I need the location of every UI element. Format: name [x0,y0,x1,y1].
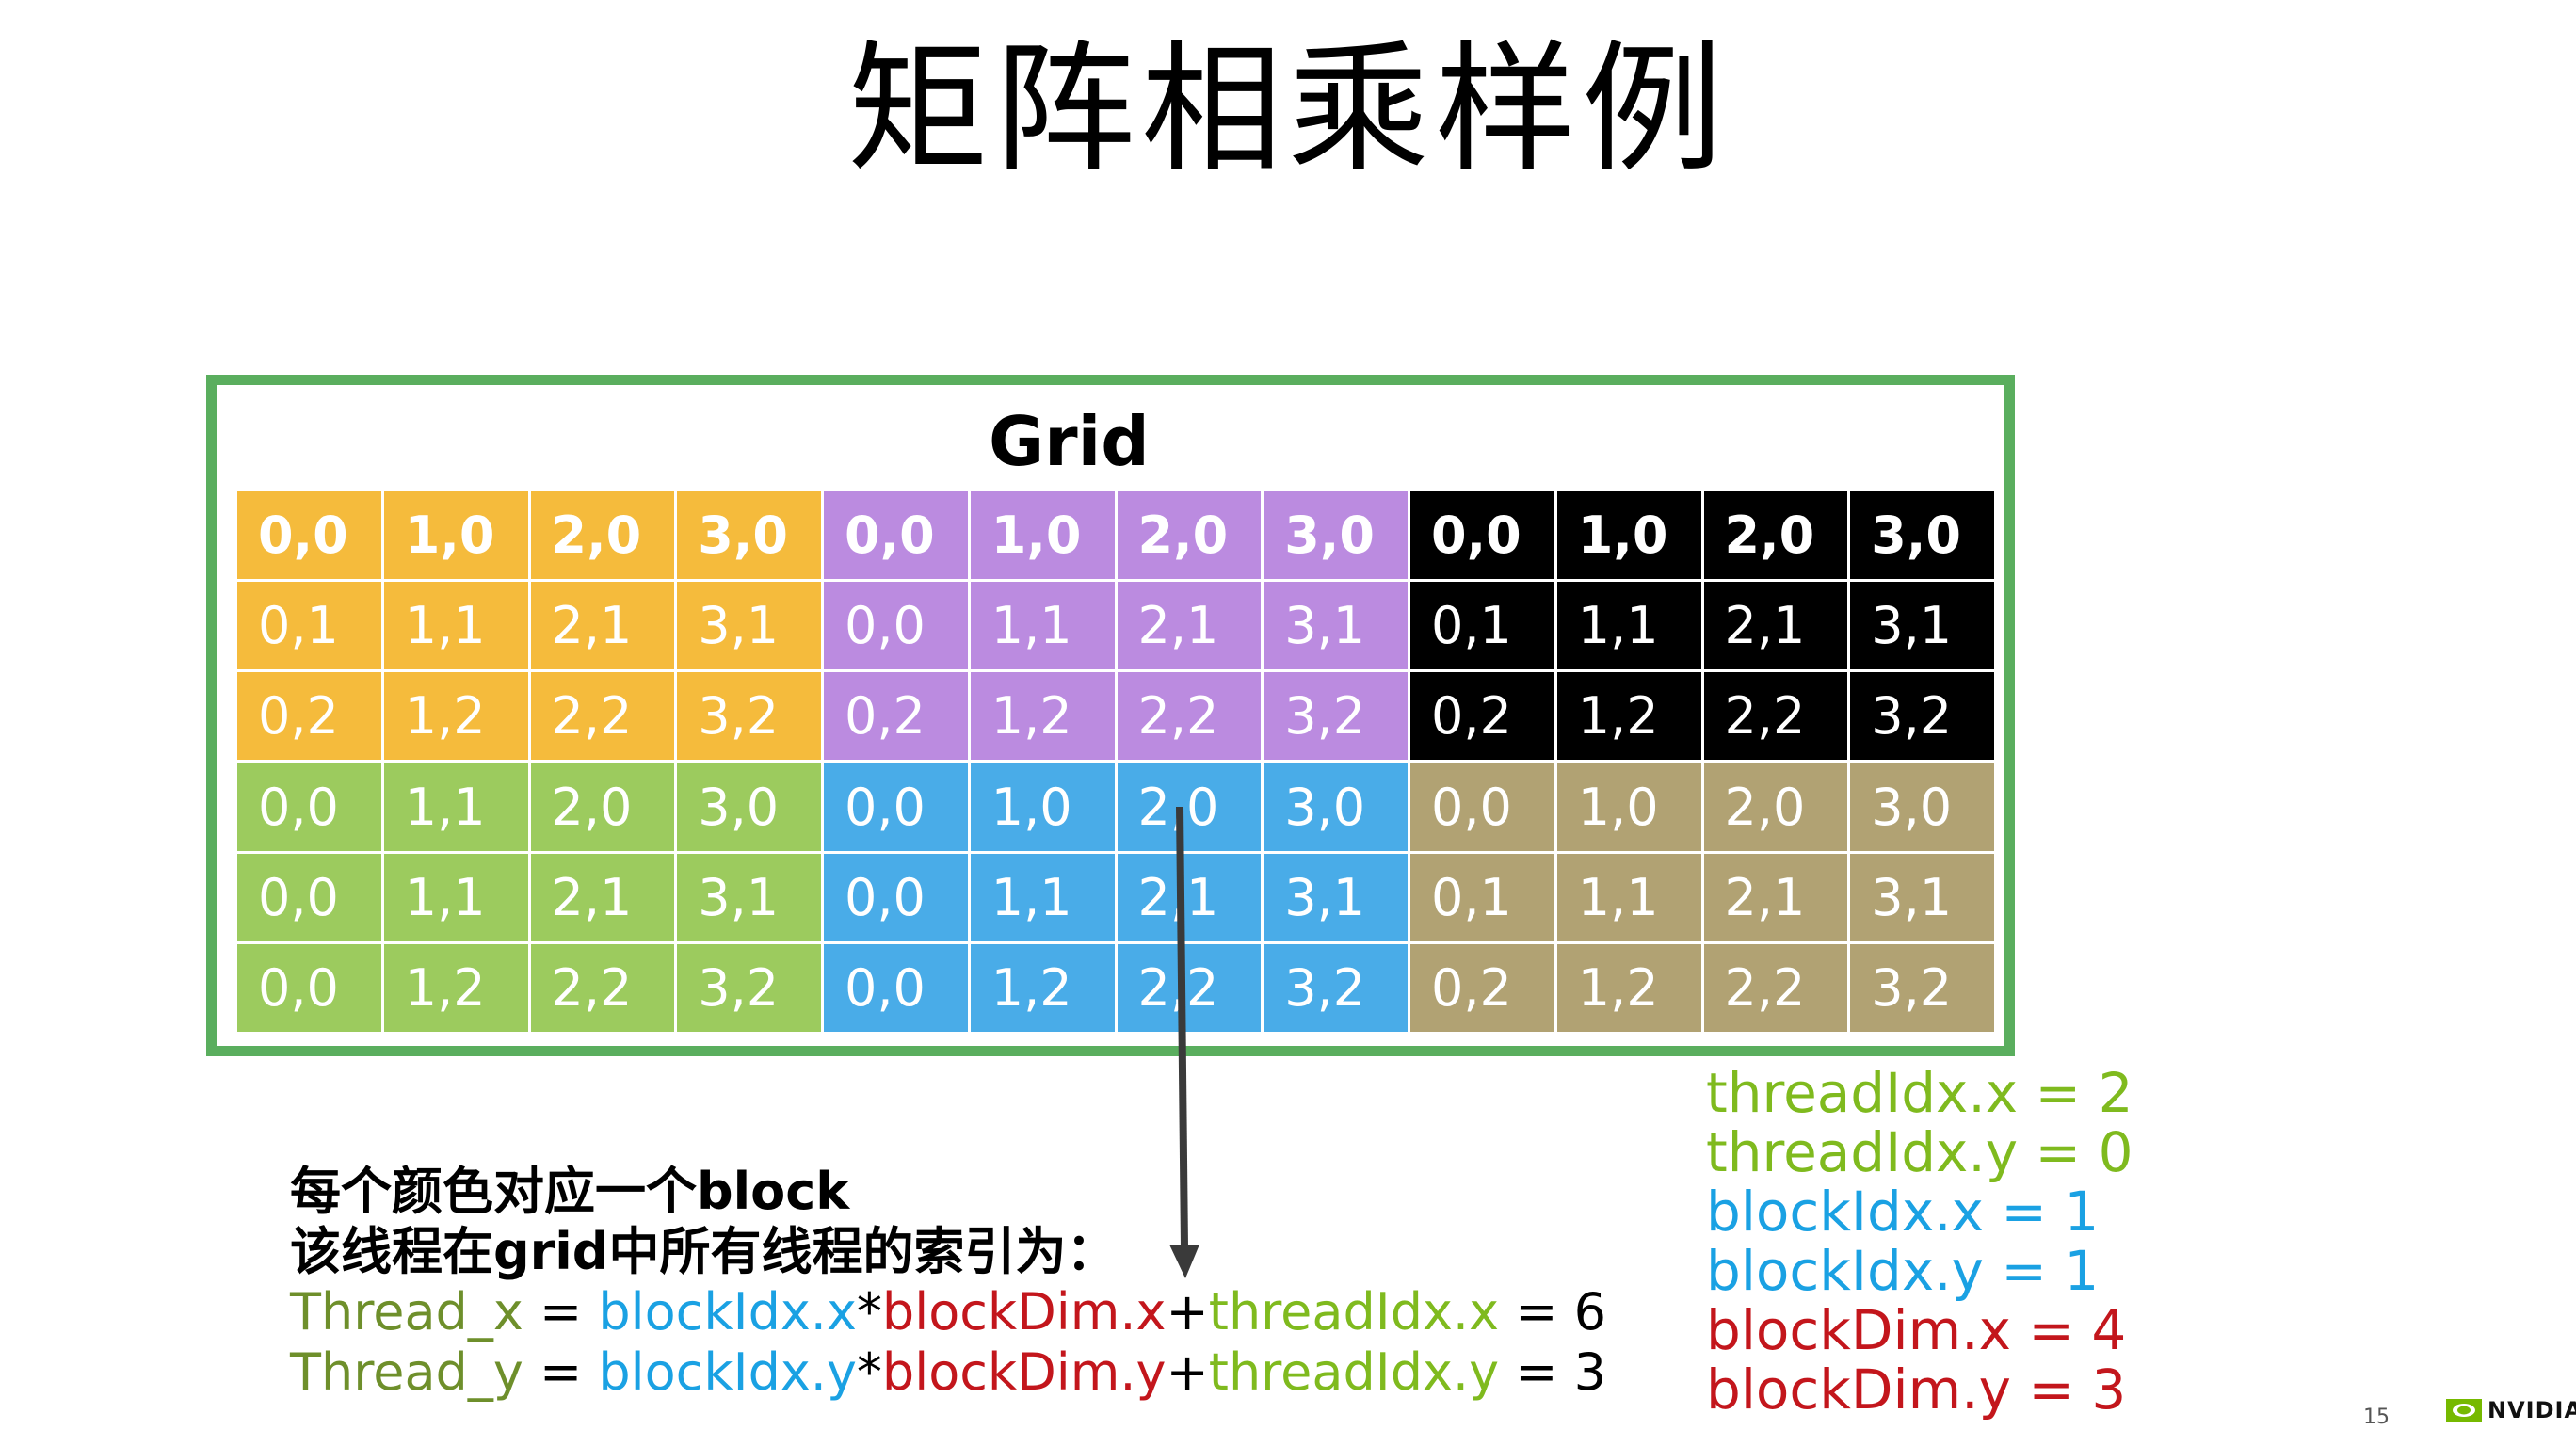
formula-y-blockdim: blockDim.y [881,1342,1167,1402]
formula-thread-x: Thread_x = blockIdx.x*blockDim.x+threadI… [290,1282,1606,1342]
index-values: threadIdx.x = 2 threadIdx.y = 0 blockIdx… [1706,1064,2133,1420]
formula-y-blockidx: blockIdx.y [598,1342,857,1402]
formula-y-lhs: Thread_y [290,1342,523,1402]
page-number: 15 [2363,1406,2390,1429]
nvidia-eye-icon [2446,1399,2482,1422]
value-blockdim-x: blockDim.x = 4 [1706,1298,2127,1362]
formula-y-op1: * [856,1342,882,1402]
explanation: 每个颜色对应一个block 该线程在grid中所有线程的索引为： Thread_… [290,1162,1606,1403]
value-blockdim-y: blockDim.y = 3 [1706,1358,2127,1422]
explanation-line-1: 每个颜色对应一个block [290,1162,850,1221]
formula-y-eq: = [523,1342,599,1402]
formula-x-op2: + [1166,1282,1209,1342]
formula-y-result: = 3 [1499,1342,1606,1402]
formula-x-eq: = [523,1282,599,1342]
value-blockidx-x: blockIdx.x = 1 [1706,1180,2100,1244]
value-blockidx-y: blockIdx.y = 1 [1706,1239,2100,1303]
formula-x-result: = 6 [1499,1282,1606,1342]
explanation-line-2: 该线程在grid中所有线程的索引为： [290,1222,1118,1281]
formula-thread-y: Thread_y = blockIdx.y*blockDim.y+threadI… [290,1342,1606,1403]
formula-x-blockidx: blockIdx.x [598,1282,857,1342]
nvidia-logo: NVIDIA [2446,1397,2576,1423]
value-threadidx-x: threadIdx.x = 2 [1706,1061,2133,1125]
formula-x-threadidx: threadIdx.x [1208,1282,1500,1342]
formula-x-blockdim: blockDim.x [881,1282,1167,1342]
formula-y-op2: + [1166,1342,1209,1402]
logo-text: NVIDIA [2487,1397,2576,1423]
formula-x-op1: * [856,1282,882,1342]
formula-y-threadidx: threadIdx.y [1208,1342,1500,1402]
value-threadidx-y: threadIdx.y = 0 [1706,1120,2133,1184]
formula-x-lhs: Thread_x [290,1282,523,1342]
